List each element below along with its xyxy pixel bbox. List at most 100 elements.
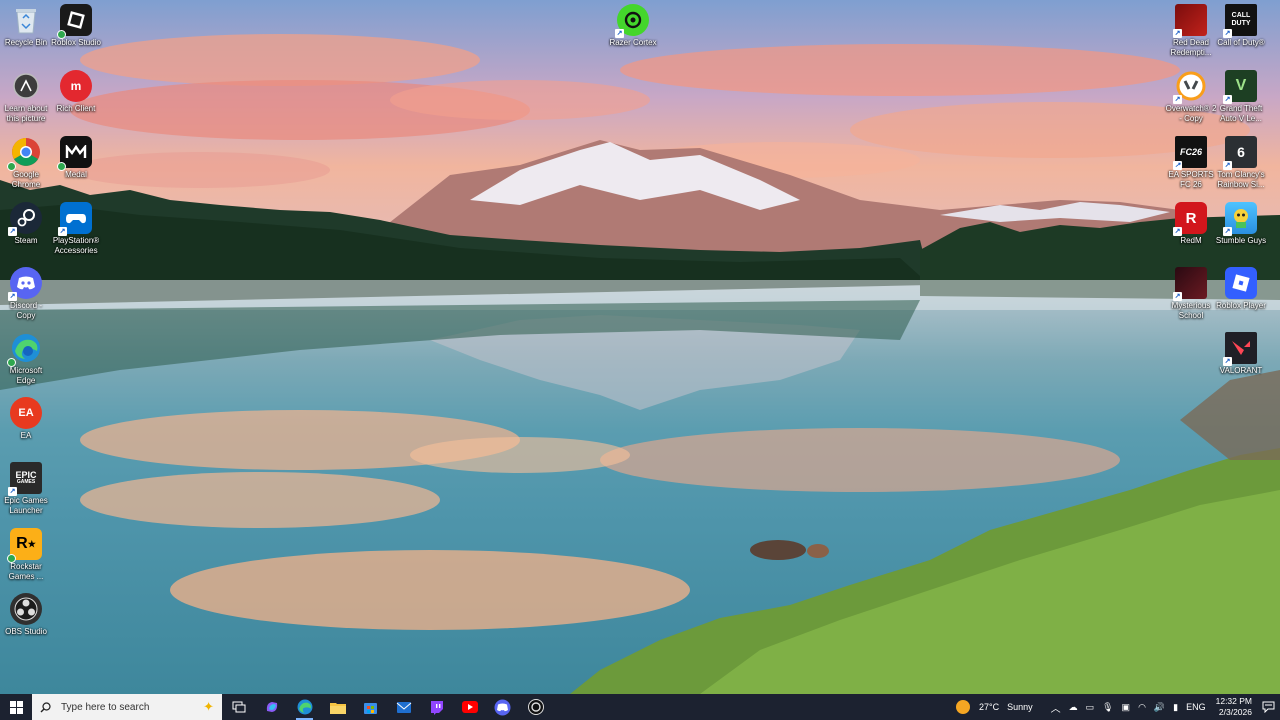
taskbar-razer-cortex[interactable] [519,694,552,720]
desktop-icon-obs-studio[interactable]: OBS Studio [0,593,52,637]
shortcut-arrow-icon: ↗ [8,227,17,236]
mail-icon [396,702,411,713]
desktop-icon-valorant[interactable]: ↗ VALORANT [1215,332,1267,376]
ea-fc-tile-text: FC26 [1179,146,1202,157]
desktop-icon-label: OBS Studio [5,627,47,636]
desktop-icon-label: Steam [14,236,38,245]
desktop-icon-gta-v[interactable]: V ↗ Grand Theft Auto V Le... [1215,70,1267,124]
clock-date: 2/3/2026 [1218,707,1252,717]
desktop-icon-overwatch[interactable]: ↗ Overwatch® 2 - Copy [1165,70,1217,124]
copilot-icon [266,702,277,712]
playstation-icon: ↗ [58,202,92,236]
search-box[interactable]: Type here to search ✦ [32,694,222,720]
razer-cortex-icon: ↗ [615,4,649,38]
learn-picture-icon [10,70,42,102]
desktop-icon-label: RedM [1180,236,1202,245]
taskbar: Type here to search ✦ 27°C Sunny ︿ ☁ ▭ 🎙… [0,694,1280,720]
clock[interactable]: 12:32 PM 2/3/2026 [1216,696,1252,718]
shortcut-arrow-icon: ↗ [1223,29,1232,38]
call-of-duty-icon: CALL DUTY ↗ [1223,4,1257,38]
discord-icon: ↗ [8,267,42,301]
microphone-icon[interactable]: 🎙 [1102,702,1113,713]
desktop-icon-ea-sports-fc[interactable]: FC26 ↗ EA SPORTS FC 26 [1165,136,1217,190]
taskbar-twitch[interactable] [420,694,453,720]
windows-logo-icon [9,700,23,714]
sync-check-icon [57,162,66,171]
shortcut-arrow-icon: ↗ [1223,95,1232,104]
shortcut-arrow-icon: ↗ [1223,227,1232,236]
onedrive-icon[interactable]: ☁ [1069,702,1078,713]
taskbar-discord[interactable] [486,694,519,720]
desktop-icon-label: Red Dead Redempti... [1170,38,1212,57]
desktop-icon-redm[interactable]: R ↗ RedM [1165,202,1217,246]
desktop-icon-playstation-accessories[interactable]: ↗ PlayStation® Accessories [50,202,102,256]
desktop-icon-epic-games[interactable]: EPIC GAMES ↗ Epic Games Launcher [0,462,52,516]
desktop-icon-roblox-studio[interactable]: Roblox Studio [50,4,102,48]
rich-client-icon: m [60,70,92,102]
shortcut-arrow-icon: ↗ [1223,161,1232,170]
desktop-icon-ea[interactable]: EA EA [0,397,52,441]
task-view-button[interactable] [222,694,255,720]
desktop-icon-roblox-player[interactable]: Roblox Player [1215,267,1267,311]
desktop-icon-label: Google Chrome [11,170,41,189]
desktop-icon-label: EA SPORTS FC 26 [1168,170,1214,189]
taskbar-youtube[interactable] [453,694,486,720]
redm-icon: R ↗ [1173,202,1207,236]
desktop-icon-label: Rockstar Games ... [8,562,44,581]
valorant-icon: ↗ [1223,332,1257,366]
shortcut-arrow-icon: ↗ [8,487,17,496]
desktop-icon-mysterious-school[interactable]: ↗ Mysterious School [1165,267,1217,321]
desktop-icon-stumble-guys[interactable]: ↗ Stumble Guys [1215,202,1267,246]
show-hidden-icons-chevron-up-icon[interactable]: ︿ [1051,700,1061,715]
desktop-icon-discord-copy[interactable]: ↗ Discord - Copy [0,267,52,321]
speaker-icon[interactable]: 🔊 [1154,702,1165,713]
notification-center-button[interactable] [1256,701,1280,713]
webcam-icon[interactable]: ▣ [1122,702,1131,713]
desktop-icon-label: VALORANT [1219,366,1263,375]
desktop-icon-red-dead[interactable]: ↗ Red Dead Redempti... [1165,4,1217,58]
wifi-icon[interactable]: ◠ [1138,702,1146,713]
desktop-icon-rich-client[interactable]: m Rich Client [50,70,102,114]
desktop-icon-label: Overwatch® 2 - Copy [1165,104,1217,123]
desktop-icon-rockstar[interactable]: R ★ Rockstar Games ... [0,528,52,582]
weather-widget[interactable]: 27°C Sunny [955,700,1037,714]
desktop-icon-razer-cortex[interactable]: ↗ Razer Cortex [607,4,659,48]
rockstar-icon: R ★ [7,528,42,563]
shortcut-arrow-icon: ↗ [1173,227,1182,236]
clock-time: 12:32 PM [1215,696,1252,706]
weather-temp: 27°C [978,702,1000,712]
desktop-icon-steam[interactable]: ↗ Steam [0,202,52,246]
taskbar-copilot[interactable] [255,694,288,720]
razer-cortex-icon [527,699,544,715]
desktop-icon-rainbow-six[interactable]: 6 ↗ Tom Clancy's Rainbow Si... [1215,136,1267,190]
chrome-icon [7,136,42,171]
taskbar-edge[interactable] [288,694,321,720]
desktop-icon-label: Recycle Bin [4,38,48,47]
desktop-icon-learn-about-picture[interactable]: Learn about this picture [0,70,52,124]
desktop-icon-label: Learn about this picture [4,104,48,123]
system-tray: 27°C Sunny ︿ ☁ ▭ 🎙 ▣ ◠ 🔊 ▮ ENG 12:32 PM … [955,694,1280,720]
sync-check-icon [7,358,16,367]
desktop-wallpaper [0,0,1280,694]
desktop-icon-label: PlayStation® Accessories [52,236,100,255]
shortcut-arrow-icon: ↗ [8,292,17,301]
desktop-icon-recycle-bin[interactable]: Recycle Bin [0,4,52,48]
taskbar-microsoft-store[interactable] [354,694,387,720]
input-language[interactable]: ENG [1186,702,1206,712]
overwatch-icon: ↗ [1173,70,1207,104]
sync-check-icon [57,30,66,39]
shortcut-arrow-icon: ↗ [1173,292,1182,301]
edge-icon [297,699,312,715]
desktop-icon-call-of-duty[interactable]: CALL DUTY ↗ Call of Duty® [1215,4,1267,48]
network-icon[interactable]: ▭ [1086,702,1095,713]
taskbar-mail[interactable] [387,694,420,720]
desktop-icon-google-chrome[interactable]: Google Chrome [0,136,52,190]
start-button[interactable] [0,694,32,720]
desktop-icon-medal[interactable]: Medal [50,136,102,180]
desktop-icon-microsoft-edge[interactable]: Microsoft Edge [0,332,52,386]
desktop-icon-label: Epic Games Launcher [4,496,48,515]
battery-icon[interactable]: ▮ [1173,702,1178,713]
desktop-icon-label: Razer Cortex [609,38,657,47]
desktop-icon-label: Call of Duty® [1217,38,1265,47]
taskbar-file-explorer[interactable] [321,694,354,720]
